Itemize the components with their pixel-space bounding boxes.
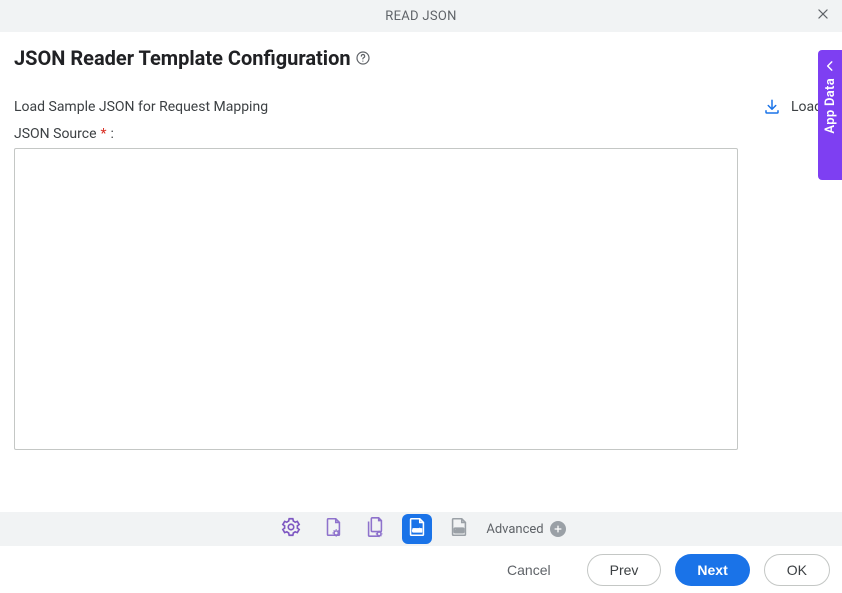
app-data-label: App Data [823,78,838,134]
svg-text:JSON: JSON [413,528,422,533]
svg-text:JSON: JSON [455,528,464,533]
chevron-left-icon [823,58,837,72]
next-button[interactable]: Next [675,554,749,586]
cancel-button[interactable]: Cancel [485,554,573,586]
subtitle-row: Load Sample JSON for Request Mapping Loa… [14,98,828,116]
page-title: JSON Reader Template Configuration [14,46,351,70]
step-json-output[interactable]: JSON [444,514,474,544]
step-json-template[interactable]: JSON [402,514,432,544]
ok-button[interactable]: OK [764,554,830,586]
json-document-icon: JSON [406,516,428,542]
subtitle-text: Load Sample JSON for Request Mapping [14,99,268,115]
json-document-alt-icon: JSON [448,516,470,542]
document-gear-icon [322,516,344,542]
prev-button[interactable]: Prev [587,554,662,586]
app-data-side-tab[interactable]: App Data [818,50,842,180]
json-source-label: JSON Source [14,126,97,142]
action-row: Cancel Prev Next OK [0,546,842,593]
close-icon [816,7,830,25]
advanced-toggle[interactable]: Advanced [486,521,565,537]
required-indicator: * [101,126,107,142]
content-area: JSON Reader Template Configuration Load … [0,32,842,454]
json-source-label-row: JSON Source * : [14,126,828,142]
download-icon [763,98,781,116]
step-documents-config[interactable] [360,514,390,544]
help-circle-icon[interactable] [355,50,371,66]
close-button[interactable] [814,7,832,25]
modal-header: READ JSON [0,0,842,32]
gear-icon [280,516,302,542]
json-source-input[interactable] [14,148,738,450]
plus-icon [550,521,566,537]
wizard-steps-bar: JSON JSON Advanced [0,512,842,546]
step-settings[interactable] [276,514,306,544]
step-document-config[interactable] [318,514,348,544]
modal-title: READ JSON [385,9,456,24]
label-colon: : [111,126,114,142]
advanced-label: Advanced [486,522,543,537]
documents-gear-icon [364,516,386,542]
title-row: JSON Reader Template Configuration [14,46,828,70]
